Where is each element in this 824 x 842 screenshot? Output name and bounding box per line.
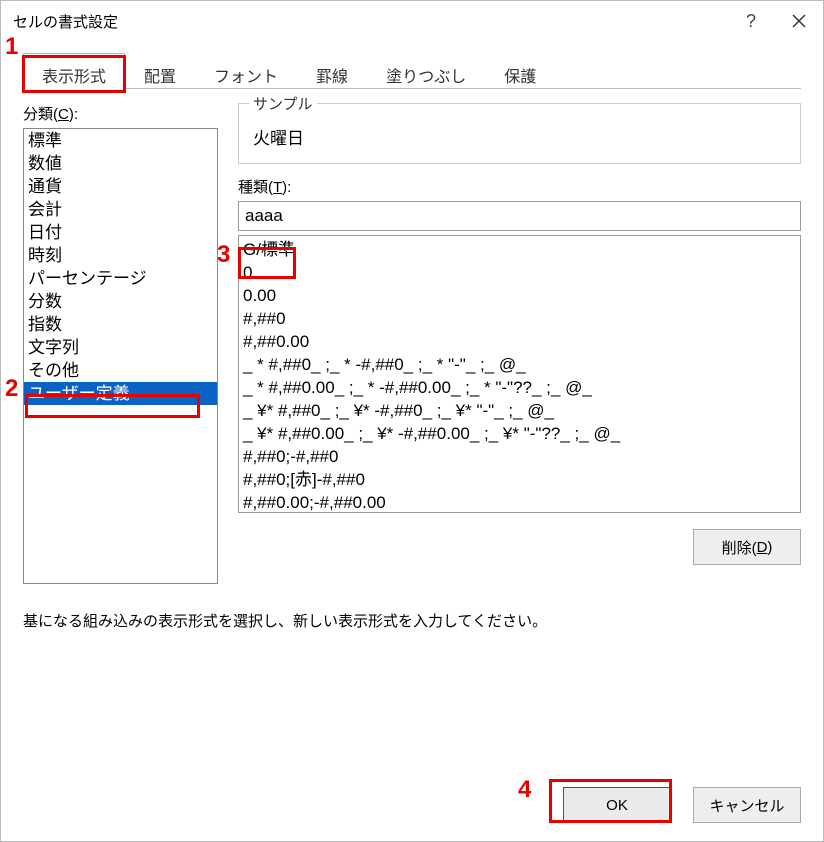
category-item[interactable]: 標準 <box>24 129 217 152</box>
window-title: セルの書式設定 <box>13 11 727 32</box>
category-item[interactable]: ユーザー定義 <box>24 382 217 405</box>
category-item[interactable]: パーセンテージ <box>24 267 217 290</box>
type-list[interactable]: G/標準00.00#,##0#,##0.00_ * #,##0_ ;_ * -#… <box>238 235 801 513</box>
type-item[interactable]: _ ¥* #,##0_ ;_ ¥* -#,##0_ ;_ ¥* "-"_ ;_ … <box>243 399 796 422</box>
category-item[interactable]: 文字列 <box>24 336 217 359</box>
dialog-footer: OK キャンセル <box>563 787 801 823</box>
category-label: 分類(C): <box>23 103 218 124</box>
type-item[interactable]: 0 <box>243 261 796 284</box>
tab-フォント[interactable]: フォント <box>195 53 297 89</box>
close-button[interactable] <box>775 1 823 41</box>
hint-text: 基になる組み込みの表示形式を選択し、新しい表示形式を入力してください。 <box>23 610 801 631</box>
close-icon <box>792 14 806 28</box>
sample-group: サンプル 火曜日 <box>238 103 801 164</box>
cancel-button[interactable]: キャンセル <box>693 787 801 823</box>
type-item[interactable]: _ * #,##0_ ;_ * -#,##0_ ;_ * "-"_ ;_ @_ <box>243 353 796 376</box>
type-item[interactable]: #,##0.00 <box>243 330 796 353</box>
ok-button[interactable]: OK <box>563 787 671 823</box>
tab-表示形式[interactable]: 表示形式 <box>23 53 125 89</box>
category-item[interactable]: 日付 <box>24 221 217 244</box>
help-button[interactable]: ? <box>727 1 775 41</box>
sample-legend: サンプル <box>249 93 317 114</box>
type-item[interactable]: _ * #,##0.00_ ;_ * -#,##0.00_ ;_ * "-"??… <box>243 376 796 399</box>
type-item[interactable]: #,##0;-#,##0 <box>243 445 796 468</box>
category-item[interactable]: 分数 <box>24 290 217 313</box>
titlebar: セルの書式設定 ? <box>1 1 823 41</box>
category-item[interactable]: 通貨 <box>24 175 217 198</box>
tab-bar: 表示形式配置フォント罫線塗りつぶし保護 <box>23 53 801 89</box>
category-item[interactable]: 時刻 <box>24 244 217 267</box>
type-input[interactable] <box>238 201 801 231</box>
type-item[interactable]: #,##0 <box>243 307 796 330</box>
type-item[interactable]: #,##0;[赤]-#,##0 <box>243 468 796 491</box>
dialog-content: 表示形式配置フォント罫線塗りつぶし保護 分類(C): 標準数値通貨会計日付時刻パ… <box>1 41 823 631</box>
tab-配置[interactable]: 配置 <box>125 53 195 89</box>
type-item[interactable]: #,##0.00;-#,##0.00 <box>243 491 796 513</box>
tab-保護[interactable]: 保護 <box>485 53 555 89</box>
tab-塗りつぶし[interactable]: 塗りつぶし <box>367 53 485 89</box>
type-item[interactable]: 0.00 <box>243 284 796 307</box>
delete-button[interactable]: 削除(D) <box>693 529 801 565</box>
type-item[interactable]: _ ¥* #,##0.00_ ;_ ¥* -#,##0.00_ ;_ ¥* "-… <box>243 422 796 445</box>
tab-罫線[interactable]: 罫線 <box>297 53 367 89</box>
annotation-4: 4 <box>518 776 531 804</box>
category-list[interactable]: 標準数値通貨会計日付時刻パーセンテージ分数指数文字列その他ユーザー定義 <box>23 128 218 584</box>
category-item[interactable]: その他 <box>24 359 217 382</box>
type-item[interactable]: G/標準 <box>243 238 796 261</box>
type-label: 種類(T): <box>238 176 801 197</box>
category-item[interactable]: 数値 <box>24 152 217 175</box>
category-item[interactable]: 会計 <box>24 198 217 221</box>
category-item[interactable]: 指数 <box>24 313 217 336</box>
sample-value: 火曜日 <box>251 118 788 151</box>
